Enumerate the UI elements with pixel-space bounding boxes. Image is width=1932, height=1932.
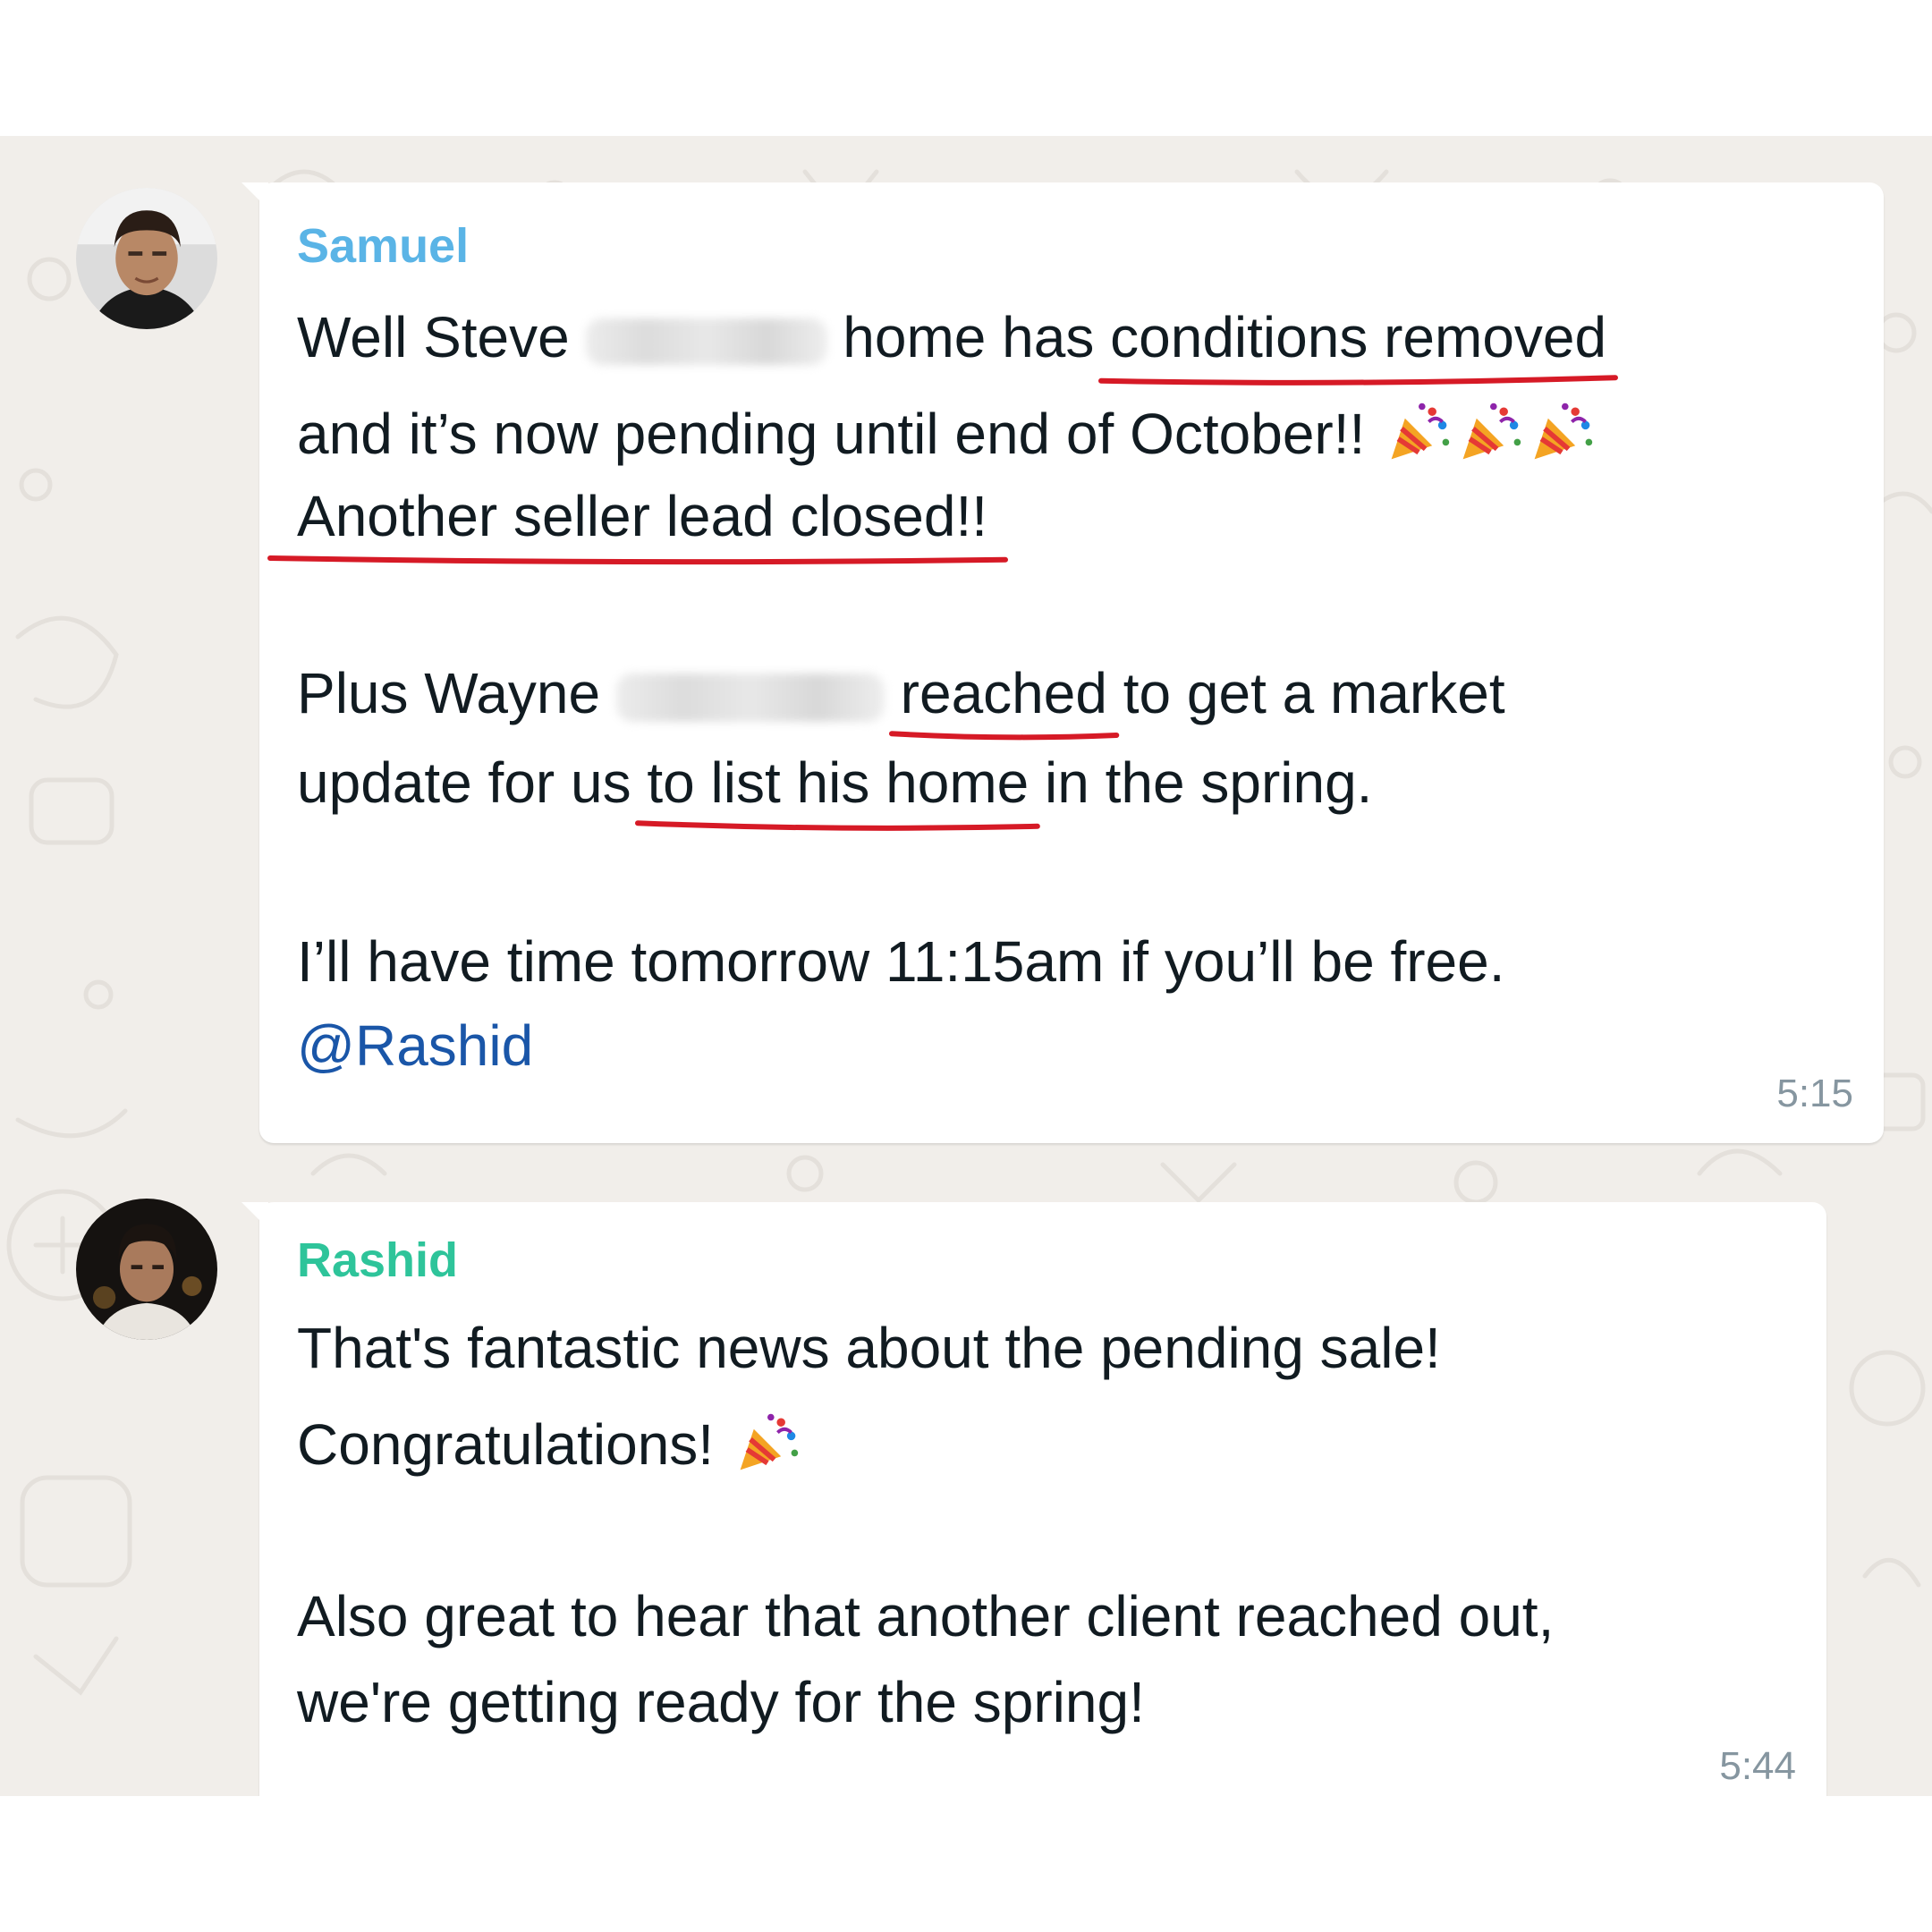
highlighted-text: to list his home [647, 754, 1029, 811]
highlighted-text: reached [901, 665, 1107, 722]
avatar-rashid[interactable] [76, 1199, 217, 1340]
message-timestamp: 5:15 [1776, 1072, 1853, 1115]
man-profile-photo-icon [76, 188, 217, 329]
party-popper-icon [1456, 398, 1524, 466]
highlighted-text: Another seller lead closed!! [297, 487, 987, 545]
red-underline-mark [638, 817, 1038, 833]
message-line: and it’s now pending until end of Octobe… [297, 398, 1596, 466]
message-line: Another seller lead closed!! [297, 487, 987, 545]
red-underline-mark [270, 550, 1005, 566]
message-line: Plus Wayne reached to get a market [297, 665, 1505, 722]
message-line: I’ll have time tomorrow 11:15am if you’l… [297, 929, 1505, 994]
message-line: we're getting ready for the spring! [297, 1670, 1145, 1734]
message-line: update for us to list his home in the sp… [297, 754, 1372, 811]
red-underline-mark [1101, 371, 1615, 387]
message-line: Well Steve home has conditions removed [297, 309, 1606, 366]
highlighted-text: conditions removed [1110, 309, 1606, 366]
bubble-tail [242, 1202, 268, 1229]
chat-background: Samuel Well Steve home has conditions re… [0, 136, 1932, 1796]
sender-name[interactable]: Rashid [297, 1233, 458, 1288]
party-popper-icon [1528, 398, 1596, 466]
party-popper-icon [1385, 398, 1453, 466]
sender-name[interactable]: Samuel [297, 218, 469, 274]
message-timestamp: 5:44 [1719, 1744, 1796, 1788]
message-bubble-rashid[interactable]: Rashid That's fantastic news about the p… [242, 1202, 1826, 1796]
man-profile-photo-icon [76, 1199, 217, 1340]
message-bubble-samuel[interactable]: Samuel Well Steve home has conditions re… [242, 182, 1884, 1143]
bubble-tail [242, 182, 268, 209]
redacted-name [585, 318, 827, 366]
message-line: That's fantastic news about the pending … [297, 1316, 1441, 1380]
redacted-name [615, 674, 885, 723]
message-line: Also great to hear that another client r… [297, 1584, 1555, 1648]
mention-link[interactable]: @Rashid [297, 1017, 533, 1074]
party-popper-icon [733, 1409, 801, 1477]
red-underline-mark [892, 727, 1116, 743]
message-line: Congratulations! [297, 1409, 801, 1477]
avatar-samuel[interactable] [76, 188, 217, 329]
